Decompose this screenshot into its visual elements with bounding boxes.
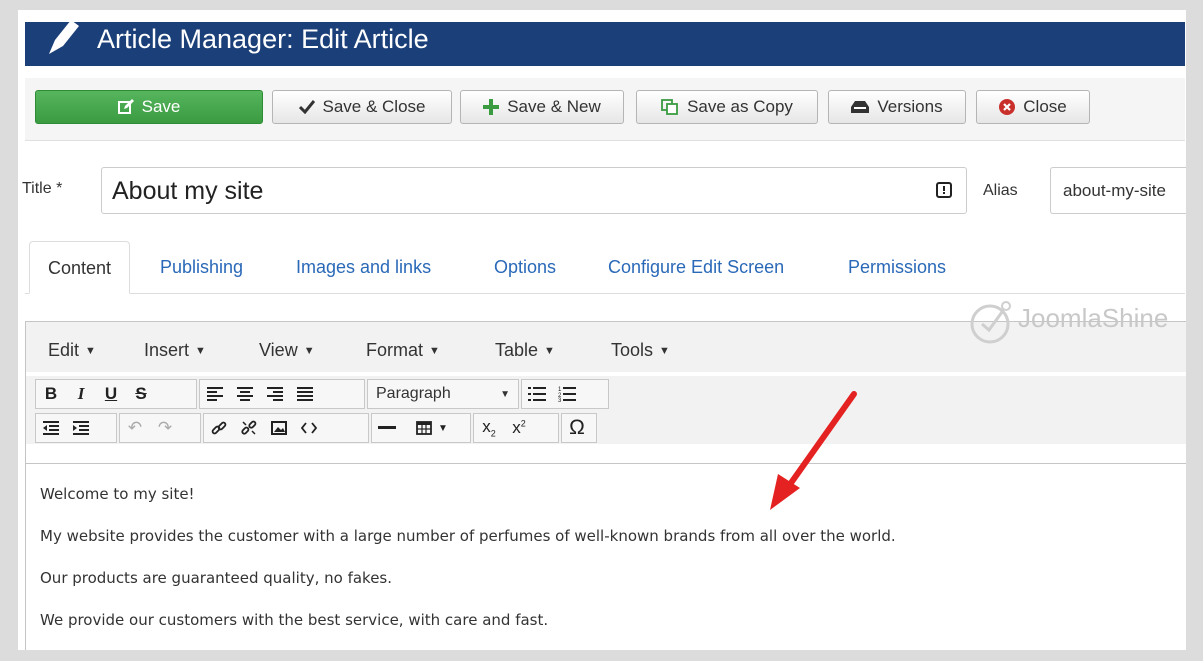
action-toolbar: Save Save & Close Save & New Save as Cop… (25, 78, 1185, 141)
edit-icon (117, 99, 134, 114)
special-char-group: Ω (561, 413, 597, 443)
save-close-button[interactable]: Save & Close (272, 90, 452, 124)
menu-table[interactable]: Table ▼ (495, 340, 555, 361)
format-select[interactable]: Paragraph ▼ (367, 379, 519, 409)
unlink-icon[interactable] (234, 414, 264, 442)
horizontal-rule-icon[interactable] (372, 414, 402, 442)
joomlashine-logo-icon (970, 301, 1011, 344)
caret-down-icon: ▼ (500, 388, 510, 400)
save-new-label: Save & New (507, 97, 601, 116)
title-input[interactable]: About my site (101, 167, 967, 214)
joomlashine-logo-text: JoomlaShine (1018, 303, 1169, 333)
bullet-list-icon[interactable] (522, 380, 552, 408)
align-right-icon[interactable] (260, 380, 290, 408)
tab-permissions[interactable]: Permissions (848, 241, 946, 293)
tab-options[interactable]: Options (494, 241, 556, 293)
menu-tools[interactable]: Tools ▼ (611, 340, 670, 361)
editor-content[interactable]: Welcome to my site! My website provides … (26, 463, 1186, 650)
save-copy-label: Save as Copy (687, 97, 793, 116)
pencil-icon (49, 22, 79, 54)
align-justify-icon[interactable] (290, 380, 320, 408)
strikethrough-icon[interactable]: S (126, 380, 156, 408)
menu-edit[interactable]: Edit ▼ (48, 340, 96, 361)
script-group: x2 x2 (473, 413, 559, 443)
editor-toolbar-row-2: ↶ ↷ ▼ x2 x2 Ω (26, 410, 1186, 444)
save-new-button[interactable]: Save & New (460, 90, 624, 124)
alias-label: Alias (983, 182, 1018, 199)
code-icon[interactable] (294, 414, 324, 442)
numbered-list-icon[interactable]: 123 (552, 380, 582, 408)
tab-configure-edit-screen[interactable]: Configure Edit Screen (608, 241, 784, 293)
alias-value: about-my-site (1063, 181, 1166, 200)
menu-format[interactable]: Format ▼ (366, 340, 440, 361)
tab-content[interactable]: Content (29, 241, 131, 294)
format-select-value: Paragraph (376, 385, 451, 402)
copy-icon (661, 99, 678, 115)
save-copy-button[interactable]: Save as Copy (636, 90, 818, 124)
plus-icon (483, 99, 500, 115)
caret-down-icon: ▼ (659, 345, 670, 357)
underline-icon[interactable]: U (96, 380, 126, 408)
table-icon[interactable]: ▼ (402, 414, 462, 442)
paragraph: We provide our customers with the best s… (40, 611, 549, 629)
superscript-icon[interactable]: x2 (504, 414, 534, 442)
tab-publishing[interactable]: Publishing (160, 241, 243, 293)
save-close-label: Save & Close (322, 97, 426, 116)
editor-toolbar-row-1: B I U S Paragraph ▼ 123 (26, 376, 1186, 410)
title-value: About my site (112, 177, 264, 205)
page-header: Article Manager: Edit Article (25, 22, 1185, 66)
insert-group (203, 413, 369, 443)
undo-icon[interactable]: ↶ (120, 414, 150, 442)
required-icon (936, 182, 952, 198)
subscript-icon[interactable]: x2 (474, 414, 504, 442)
screenshot-frame: Article Manager: Edit Article Save Save … (18, 10, 1186, 650)
close-button[interactable]: Close (976, 90, 1090, 124)
omega-icon[interactable]: Ω (562, 414, 592, 442)
close-circle-icon (999, 99, 1016, 115)
link-icon[interactable] (204, 414, 234, 442)
outdent-icon[interactable] (36, 414, 66, 442)
save-label: Save (141, 97, 181, 116)
caret-down-icon: ▼ (303, 345, 315, 357)
alignment-group (199, 379, 365, 409)
close-label: Close (1023, 97, 1067, 116)
history-group: ↶ ↷ (119, 413, 201, 443)
archive-icon (851, 101, 870, 113)
rich-text-editor: Edit ▼ Insert ▼ View ▼ Format ▼ Table ▼ Tools… (25, 321, 1186, 650)
caret-down-icon: ▼ (85, 345, 96, 357)
caret-down-icon: ▼ (429, 345, 440, 357)
versions-button[interactable]: Versions (828, 90, 966, 124)
title-label: Title * (22, 180, 63, 197)
caret-down-icon: ▼ (195, 345, 206, 357)
check-icon (298, 100, 315, 114)
tab-images-links[interactable]: Images and links (296, 241, 431, 293)
page-title: Article Manager: Edit Article (97, 24, 429, 54)
list-group: 123 (521, 379, 609, 409)
indent-group (35, 413, 117, 443)
menu-insert[interactable]: Insert ▼ (144, 340, 206, 361)
tab-bar: Content Publishing Images and links Opti… (25, 241, 1185, 294)
align-left-icon[interactable] (200, 380, 230, 408)
italic-icon[interactable]: I (66, 380, 96, 408)
save-button[interactable]: Save (35, 90, 263, 124)
paragraph: Our products are guaranteed quality, no … (40, 569, 393, 587)
redo-icon[interactable]: ↷ (150, 414, 180, 442)
paragraph: Welcome to my site! (40, 485, 195, 503)
menu-view[interactable]: View ▼ (259, 340, 315, 361)
align-center-icon[interactable] (230, 380, 260, 408)
indent-icon[interactable] (66, 414, 96, 442)
hr-table-group: ▼ (371, 413, 471, 443)
image-icon[interactable] (264, 414, 294, 442)
text-style-group: B I U S (35, 379, 197, 409)
versions-label: Versions (877, 97, 943, 116)
svg-text:3: 3 (558, 398, 562, 402)
alias-input[interactable]: about-my-site (1050, 167, 1186, 214)
caret-down-icon: ▼ (544, 345, 555, 357)
paragraph: My website provides the customer with a … (40, 527, 896, 545)
bold-icon[interactable]: B (36, 380, 66, 408)
